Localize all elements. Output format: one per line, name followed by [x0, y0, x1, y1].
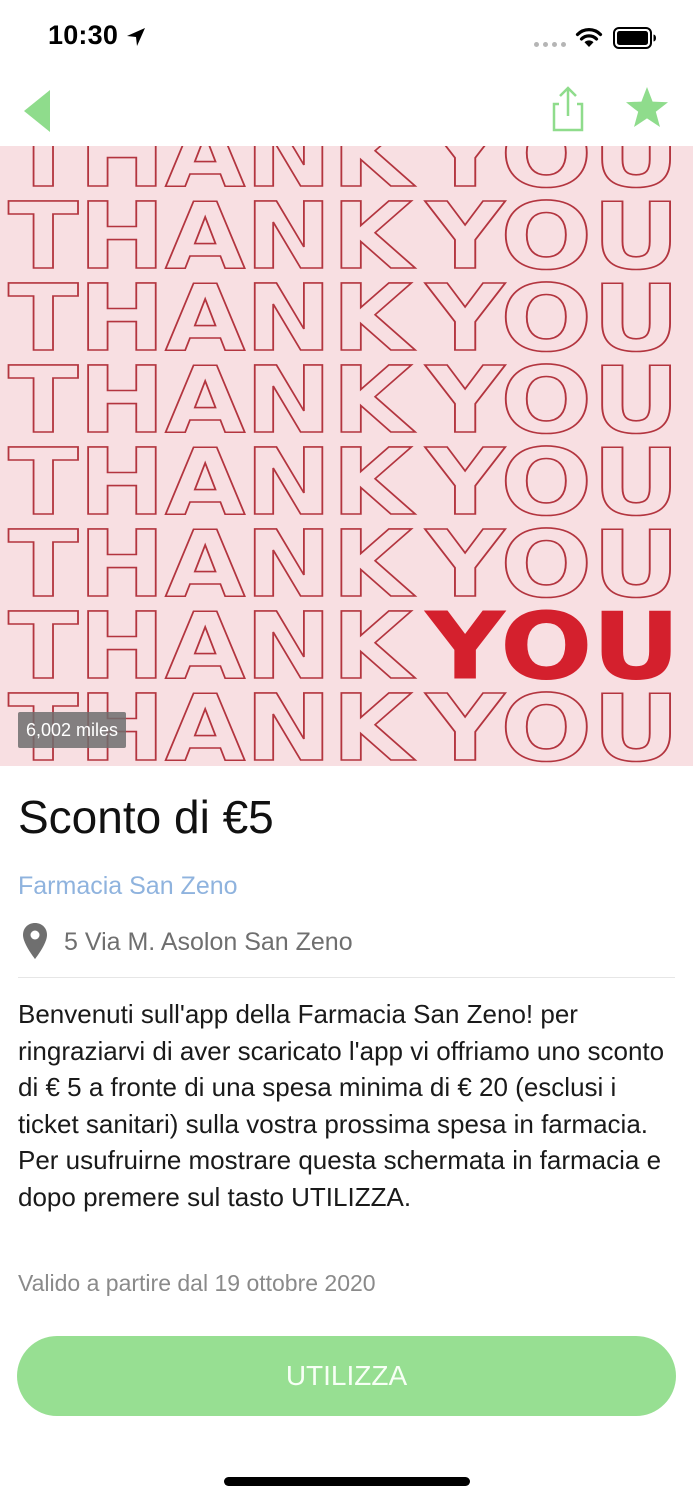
use-offer-button[interactable]: UTILIZZA	[17, 1336, 676, 1416]
star-icon[interactable]	[623, 84, 671, 132]
address-text: 5 Via M. Asolon San Zeno	[64, 928, 353, 956]
navigation-bar	[0, 76, 693, 146]
distance-badge: 6,002 miles	[18, 712, 127, 748]
location-pin-icon	[23, 923, 47, 959]
thank-you-pattern: THANK YOUTHANK YOUTHANK YOUTHANK YOUTHANK YOU…	[7, 146, 681, 766]
pattern-word-thank: THANK	[8, 757, 416, 766]
pattern-word-you: YOU	[425, 675, 680, 766]
offer-title: Sconto di €5	[18, 791, 274, 843]
offer-image: THANK YOU THANK YOU THANK YOU THANK YOU THANK YOU…	[0, 146, 693, 766]
status-time: 10:30	[48, 20, 119, 50]
battery-icon	[613, 27, 656, 49]
pattern-word-you: YOU	[425, 757, 680, 766]
status-bar: 10:30	[0, 0, 693, 76]
home-indicator	[224, 1477, 470, 1486]
back-chevron-icon[interactable]	[18, 86, 58, 136]
cellular-signal-icon	[534, 42, 566, 47]
wifi-icon	[575, 28, 603, 47]
offer-description: Benvenuti sull'app della Farmacia San Ze…	[18, 999, 665, 1212]
divider	[18, 977, 675, 978]
validity-date: Valido a partire dal 19 ottobre 2020	[18, 1270, 376, 1296]
store-name-link[interactable]: Farmacia San Zeno	[18, 872, 238, 901]
share-icon[interactable]	[548, 84, 588, 134]
location-arrow-icon	[127, 28, 145, 46]
